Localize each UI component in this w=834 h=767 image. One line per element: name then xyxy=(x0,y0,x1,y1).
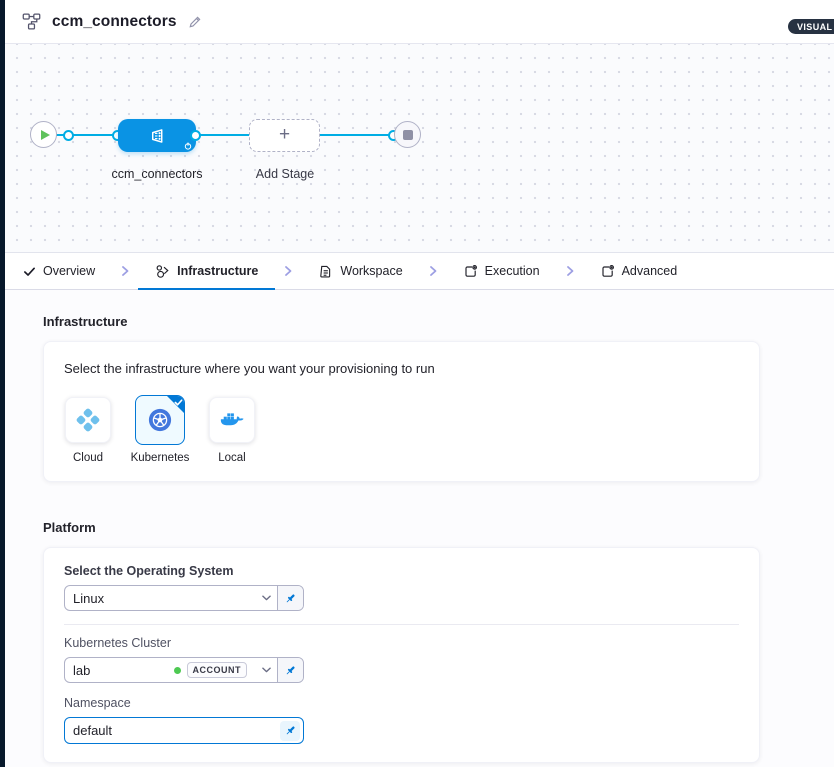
main-panel: ccm_connectors VISUAL xyxy=(5,0,834,767)
pin-icon xyxy=(284,724,297,737)
namespace-fixed-value-button[interactable] xyxy=(280,721,300,741)
platform-card: Select the Operating System Linux xyxy=(43,547,760,763)
os-fixed-value-button[interactable] xyxy=(277,586,303,610)
cluster-value-text: lab xyxy=(73,663,90,678)
os-select-chevron[interactable] xyxy=(255,586,277,610)
namespace-field xyxy=(64,717,304,744)
tab-infrastructure[interactable]: Infrastructure xyxy=(151,253,262,289)
power-status-icon xyxy=(184,142,192,150)
cluster-field-label: Kubernetes Cluster xyxy=(64,636,739,650)
option-kubernetes: Kubernetes xyxy=(136,397,184,464)
connected-status-dot xyxy=(174,667,181,674)
pipeline-studio: ccm_connectors VISUAL xyxy=(0,0,834,767)
pipeline-icon xyxy=(22,12,41,31)
option-label: Kubernetes xyxy=(131,452,190,464)
os-select-value: Linux xyxy=(65,586,255,610)
pin-icon xyxy=(284,664,297,677)
chevron-down-icon xyxy=(261,666,272,674)
chevron-right-separator-icon xyxy=(283,265,293,277)
cloud-option-tile[interactable] xyxy=(65,397,111,443)
pipeline-header: ccm_connectors VISUAL xyxy=(5,0,834,44)
cloud-diamond-icon xyxy=(75,407,101,433)
tab-overview[interactable]: Overview xyxy=(19,253,99,289)
tab-label: Execution xyxy=(485,264,540,278)
pipeline-title: ccm_connectors xyxy=(52,13,177,31)
cluster-select[interactable]: lab ACCOUNT xyxy=(64,657,304,683)
platform-section-heading: Platform xyxy=(43,520,760,535)
advanced-tab-icon xyxy=(600,264,615,279)
tab-advanced[interactable]: Advanced xyxy=(596,253,682,289)
execution-tab-icon xyxy=(463,264,478,279)
chevron-right-separator-icon xyxy=(120,265,130,277)
infrastructure-prompt: Select the infrastructure where you want… xyxy=(64,361,739,376)
namespace-field-label: Namespace xyxy=(64,696,739,710)
local-option-tile[interactable] xyxy=(209,397,255,443)
tab-execution[interactable]: Execution xyxy=(459,253,544,289)
tab-label: Infrastructure xyxy=(177,264,258,278)
check-icon xyxy=(23,265,36,278)
tab-label: Overview xyxy=(43,264,95,278)
end-node xyxy=(394,121,421,148)
tab-workspace[interactable]: Workspace xyxy=(314,253,406,289)
os-field-label: Select the Operating System xyxy=(64,564,739,578)
start-node xyxy=(30,121,57,148)
pin-icon xyxy=(284,592,297,605)
option-label: Local xyxy=(218,452,246,464)
infrastructure-section-heading: Infrastructure xyxy=(43,314,760,329)
play-icon xyxy=(41,130,50,140)
docker-whale-icon xyxy=(219,407,245,433)
stage-tab-bar: Overview Infrastructure xyxy=(5,253,834,290)
cluster-fixed-value-button[interactable] xyxy=(277,658,303,682)
option-local: Local xyxy=(208,397,256,464)
add-stage-label: Add Stage xyxy=(235,167,335,181)
kubernetes-option-tile[interactable] xyxy=(135,395,185,445)
link-point xyxy=(63,130,74,141)
tab-label: Workspace xyxy=(340,264,402,278)
add-stage-button[interactable]: + xyxy=(249,119,320,152)
pipeline-canvas[interactable]: + ccm_connectors Add Stage xyxy=(5,44,834,253)
link-point xyxy=(190,130,201,141)
edit-pencil-icon[interactable] xyxy=(187,14,203,30)
cluster-select-chevron[interactable] xyxy=(255,658,277,682)
plus-icon: + xyxy=(279,125,290,144)
workspace-tab-icon xyxy=(318,264,333,279)
infrastructure-options: Cloud xyxy=(64,397,739,464)
visual-yaml-toggle[interactable]: VISUAL xyxy=(788,19,834,34)
infrastructure-stage-icon xyxy=(148,127,166,145)
infrastructure-card: Select the infrastructure where you want… xyxy=(43,341,760,482)
infrastructure-tab-icon xyxy=(155,264,170,279)
option-label: Cloud xyxy=(73,452,103,464)
stage-node-label: ccm_connectors xyxy=(82,167,232,181)
stage-node-ccm-connectors[interactable] xyxy=(118,119,196,152)
chevron-down-icon xyxy=(261,594,272,602)
stop-icon xyxy=(403,130,413,140)
tab-label: Advanced xyxy=(622,264,678,278)
os-select[interactable]: Linux xyxy=(64,585,304,611)
cluster-select-value: lab ACCOUNT xyxy=(65,658,255,682)
flow-connector-line xyxy=(44,134,394,136)
namespace-input[interactable] xyxy=(64,717,304,744)
chevron-right-separator-icon xyxy=(565,265,575,277)
infrastructure-tab-content: Infrastructure Select the infrastructure… xyxy=(5,290,834,767)
scope-badge: ACCOUNT xyxy=(187,662,248,678)
option-cloud: Cloud xyxy=(64,397,112,464)
section-divider xyxy=(64,624,739,625)
selected-check-icon xyxy=(174,398,183,407)
chevron-right-separator-icon xyxy=(428,265,438,277)
kubernetes-helm-icon xyxy=(147,407,173,433)
